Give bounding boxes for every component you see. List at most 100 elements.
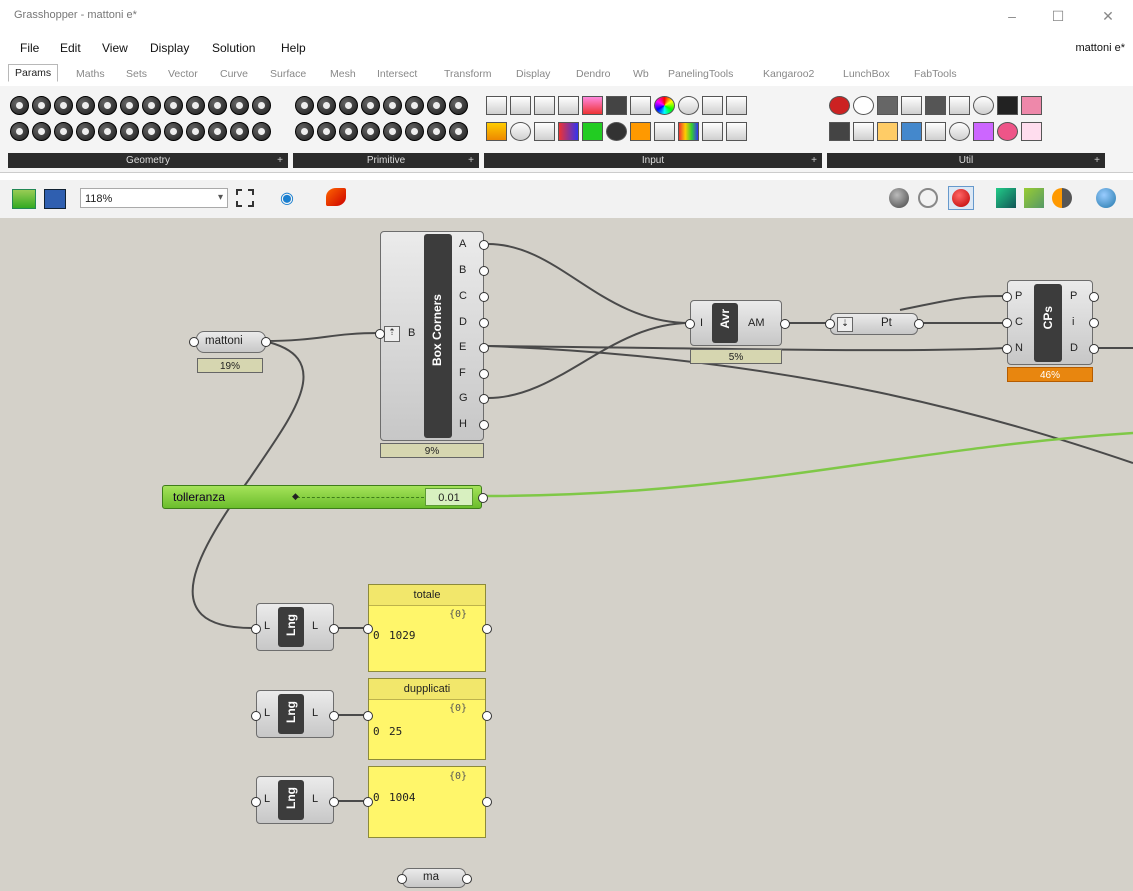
colour-param-icon[interactable] — [361, 96, 380, 115]
tab-lunchbox[interactable]: LunchBox — [843, 68, 890, 80]
data-param-icon[interactable] — [405, 122, 424, 141]
file-path-param-icon[interactable] — [427, 122, 446, 141]
lng1-input-grip[interactable] — [251, 624, 261, 634]
number-param-icon[interactable] — [339, 96, 358, 115]
transform-param-icon[interactable] — [142, 122, 161, 141]
panel-totale[interactable]: totale {0} 0 1029 — [368, 584, 486, 672]
save-file-icon[interactable] — [44, 189, 66, 209]
text-tag-icon[interactable] — [630, 122, 651, 141]
domain-param-icon[interactable] — [405, 96, 424, 115]
cps-input-n-grip[interactable] — [1002, 344, 1012, 354]
pencil-icon[interactable] — [901, 96, 922, 115]
tab-transform[interactable]: Transform — [444, 68, 491, 80]
swirl-icon[interactable] — [925, 96, 946, 115]
group-param-icon[interactable] — [164, 96, 183, 115]
eye-icon[interactable]: ◉ — [280, 188, 294, 208]
arc-param-icon[interactable] — [54, 96, 73, 115]
plane-param-icon[interactable] — [186, 96, 205, 115]
preview-wireframe-icon[interactable] — [918, 188, 938, 208]
menu-edit[interactable]: Edit — [60, 41, 81, 55]
image-import-icon[interactable] — [726, 96, 747, 115]
output-e-grip[interactable] — [479, 343, 489, 353]
sphere-options-icon[interactable] — [1096, 188, 1116, 208]
font-icon[interactable] — [997, 96, 1018, 115]
shaded-sphere-icon[interactable] — [952, 189, 970, 207]
output-a-grip[interactable] — [479, 240, 489, 250]
graph-mapper-icon[interactable] — [486, 122, 507, 141]
lng3-input-grip[interactable] — [251, 797, 261, 807]
mesh-face-param-icon[interactable] — [98, 122, 117, 141]
ribbon-group-primitive-label[interactable]: Primitive + — [293, 153, 479, 168]
colour-swatch-icon[interactable] — [630, 96, 651, 115]
panel-dupplicati-input-grip[interactable] — [363, 711, 373, 721]
zoom-field[interactable]: 118% — [80, 188, 228, 208]
tab-dendro[interactable]: Dendro — [576, 68, 610, 80]
geometry-param-icon[interactable] — [142, 96, 161, 115]
subd-param-icon[interactable] — [186, 122, 205, 141]
box-param-icon[interactable] — [76, 96, 95, 115]
ribbon-group-geometry-label[interactable]: Geometry + — [8, 153, 288, 168]
output-d-grip[interactable] — [479, 318, 489, 328]
tab-mesh[interactable]: Mesh — [330, 68, 356, 80]
rectangle-param-icon[interactable] — [76, 122, 95, 141]
output-c-grip[interactable] — [479, 292, 489, 302]
galapagos-icon[interactable] — [973, 122, 994, 141]
open-file-icon[interactable] — [12, 189, 36, 209]
sketch-brush-icon[interactable] — [326, 188, 346, 206]
lng1-output-grip[interactable] — [329, 624, 339, 634]
close-button[interactable]: ✕ — [1096, 6, 1120, 26]
3dm-import-icon[interactable] — [702, 96, 723, 115]
panel-dupplicati[interactable]: dupplicati {0} 0 25 — [368, 678, 486, 760]
pt-param[interactable]: ⇣ Pt — [830, 313, 918, 335]
text-param-icon[interactable] — [317, 122, 336, 141]
tab-kangaroo2[interactable]: Kangaroo2 — [763, 68, 814, 80]
md-slider-icon[interactable] — [558, 122, 579, 141]
point-param-icon[interactable] — [10, 96, 29, 115]
complex-param-icon[interactable] — [383, 96, 402, 115]
ma-input-grip[interactable] — [397, 874, 407, 884]
mesh-param-icon[interactable] — [120, 96, 139, 115]
time-param-icon[interactable] — [295, 122, 314, 141]
function-graph-icon[interactable] — [654, 122, 675, 141]
culture-param-icon[interactable] — [449, 96, 468, 115]
circle-icon[interactable] — [853, 96, 874, 115]
black-arrow-icon[interactable] — [925, 122, 946, 141]
tolleranza-slider[interactable]: tolleranza ◆ 0.01 — [162, 485, 482, 509]
gradient-control-icon[interactable] — [582, 122, 603, 141]
cps-output-d-grip[interactable] — [1089, 344, 1099, 354]
biocube-icon[interactable] — [997, 122, 1018, 141]
metaball-icon[interactable] — [877, 122, 898, 141]
ribbon-group-util-label[interactable]: Util + — [827, 153, 1105, 168]
value-list-icon[interactable] — [534, 96, 555, 115]
maximize-button[interactable]: ☐ — [1046, 6, 1070, 26]
slider-track[interactable] — [297, 497, 429, 498]
number-slider-icon[interactable] — [510, 122, 531, 141]
generic-param-icon[interactable] — [449, 122, 468, 141]
colour-wheel-icon[interactable] — [654, 96, 675, 115]
mattoni-param[interactable]: mattoni — [196, 331, 266, 353]
twisted-box-param-icon[interactable] — [252, 96, 271, 115]
cluster-icon[interactable] — [829, 122, 850, 141]
boolean-toggle-icon[interactable] — [558, 96, 579, 115]
brep-param-icon[interactable] — [98, 96, 117, 115]
output-h-grip[interactable] — [479, 420, 489, 430]
integer-param-icon[interactable] — [317, 96, 336, 115]
lng2-input-grip[interactable] — [251, 711, 261, 721]
minimize-button[interactable]: – — [1000, 6, 1024, 26]
tab-panelingtools[interactable]: PanelingTools — [668, 68, 733, 80]
gradient-icon[interactable] — [582, 96, 603, 115]
tab-intersect[interactable]: Intersect — [377, 68, 417, 80]
menu-file[interactable]: File — [20, 41, 39, 55]
spectrum-icon[interactable] — [678, 122, 699, 141]
tab-params[interactable]: Params — [8, 64, 59, 82]
matrix-param-icon[interactable] — [427, 96, 446, 115]
vector-param-icon[interactable] — [54, 122, 73, 141]
preview-selected-icon[interactable] — [996, 188, 1016, 208]
guid-param-icon[interactable] — [383, 122, 402, 141]
output-f-grip[interactable] — [479, 369, 489, 379]
panel-totale-input-grip[interactable] — [363, 624, 373, 634]
tab-surface[interactable]: Surface — [270, 68, 306, 80]
pdb-import-icon[interactable] — [726, 122, 747, 141]
cps-output-i-grip[interactable] — [1089, 318, 1099, 328]
preview-mesh-icon[interactable] — [1024, 188, 1044, 208]
